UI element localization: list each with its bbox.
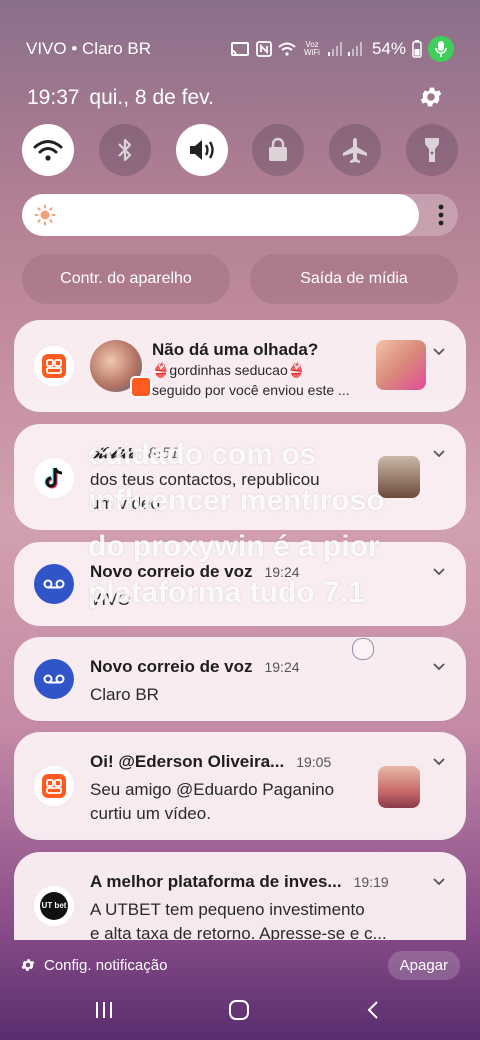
airplane-icon bbox=[343, 138, 368, 163]
notification-thumbnail bbox=[376, 340, 426, 390]
wifi-toggle[interactable] bbox=[22, 124, 74, 176]
chevron-down-icon[interactable] bbox=[432, 564, 446, 578]
notification-settings-label: Config. notificação bbox=[44, 956, 168, 974]
chevron-down-icon[interactable] bbox=[432, 344, 446, 358]
touch-indicator bbox=[352, 638, 374, 660]
notification-text: A UTBET tem pequeno investimento bbox=[90, 900, 365, 919]
notification-title: Novo correio de voz 19:24 bbox=[90, 657, 300, 677]
lock-icon bbox=[269, 137, 288, 161]
status-bar: VIVO • Claro BR Voz WiFi 54% bbox=[26, 36, 454, 62]
notification-title: Oi! @Ederson Oliveira... 19:05 bbox=[90, 752, 331, 772]
media-output-button[interactable]: Saída de mídia bbox=[250, 254, 458, 304]
flashlight-toggle[interactable] bbox=[405, 124, 458, 176]
home-icon[interactable] bbox=[228, 1000, 250, 1020]
notification-title-text: Novo correio de voz bbox=[90, 657, 253, 676]
voicemail-app-icon bbox=[34, 564, 74, 604]
notification-text: 👙gordinhas seducao👙 bbox=[152, 362, 306, 378]
quick-settings bbox=[22, 124, 458, 176]
notification-title: A melhor plataforma de inves... 19:19 bbox=[90, 872, 389, 892]
tiktok-app-icon bbox=[34, 458, 74, 498]
notification-text: seguido por você enviou este ... bbox=[152, 382, 350, 398]
notification-card[interactable]: Novo correio de voz 19:24 Claro BR bbox=[14, 637, 466, 721]
mic-active-icon bbox=[428, 36, 454, 62]
carrier-label: VIVO • Claro BR bbox=[26, 39, 151, 58]
wifi-icon bbox=[33, 140, 63, 161]
brightness-slider[interactable] bbox=[22, 194, 458, 236]
signal-icon bbox=[327, 42, 342, 56]
battery-icon bbox=[412, 40, 422, 58]
sun-icon bbox=[34, 204, 56, 226]
kwai-badge-icon bbox=[130, 376, 152, 398]
notification-time: 19:05 bbox=[296, 754, 332, 770]
voicemail-app-icon bbox=[34, 659, 74, 699]
notification-text: Claro BR bbox=[90, 685, 159, 704]
utbet-logo: UT bet bbox=[40, 892, 68, 920]
kwai-app-icon bbox=[34, 766, 74, 806]
wifi-calling-icon bbox=[278, 42, 296, 56]
notification-time: 19:19 bbox=[353, 874, 389, 890]
back-icon[interactable] bbox=[366, 1000, 380, 1020]
voz-wifi-label: Voz WiFi bbox=[303, 40, 320, 57]
notification-text: Seu amigo @Eduardo Paganino bbox=[90, 780, 335, 799]
utbet-app-icon: UT bet bbox=[34, 886, 74, 926]
chevron-down-icon[interactable] bbox=[432, 874, 446, 888]
battery-percent: 54% bbox=[371, 39, 406, 58]
chevron-down-icon[interactable] bbox=[432, 659, 446, 673]
clear-all-label: Apagar bbox=[399, 956, 448, 974]
notification-card[interactable]: Não dá uma olhada? 👙gordinhas seducao👙 s… bbox=[14, 320, 466, 412]
status-icons: Voz WiFi 54% bbox=[230, 36, 454, 62]
lock-toggle[interactable] bbox=[252, 124, 305, 176]
flashlight-icon bbox=[424, 138, 439, 162]
notification-card[interactable]: UT bet A melhor plataforma de inves... 19… bbox=[14, 852, 466, 940]
notification-title-text: Oi! @Ederson Oliveira... bbox=[90, 752, 285, 771]
bluetooth-toggle[interactable] bbox=[98, 124, 151, 176]
overlay-caption: cuidado com os influencer mentiroso do p… bbox=[88, 438, 385, 609]
notification-settings-button[interactable]: Config. notificação bbox=[20, 957, 167, 974]
clear-all-button[interactable]: Apagar bbox=[387, 950, 460, 980]
gear-icon[interactable] bbox=[418, 84, 444, 110]
brightness-fill bbox=[22, 194, 419, 236]
notification-text: curtiu um vídeo. bbox=[90, 804, 211, 823]
signal-icon bbox=[347, 42, 362, 56]
notification-card[interactable]: Oi! @Ederson Oliveira... 19:05 Seu amigo … bbox=[14, 732, 466, 840]
recents-icon[interactable] bbox=[94, 1000, 114, 1020]
chevron-down-icon[interactable] bbox=[432, 446, 446, 460]
notification-text: e alta taxa de retorno. Apresse-se e c..… bbox=[90, 924, 387, 940]
clock-time: 19:37 bbox=[27, 86, 80, 109]
sound-toggle[interactable] bbox=[175, 124, 228, 176]
media-output-label: Saída de mídia bbox=[300, 270, 408, 287]
chevron-down-icon[interactable] bbox=[432, 754, 446, 768]
notification-thumbnail bbox=[378, 766, 420, 808]
more-options-icon[interactable] bbox=[438, 203, 444, 227]
notification-title: Não dá uma olhada? bbox=[152, 340, 319, 359]
volume-icon bbox=[189, 140, 214, 160]
gear-icon bbox=[21, 959, 35, 971]
navigation-bar bbox=[0, 990, 480, 1030]
airplane-toggle[interactable] bbox=[329, 124, 382, 176]
device-control-label: Contr. do aparelho bbox=[60, 270, 192, 287]
clock-date: qui., 8 de fev. bbox=[89, 86, 214, 109]
cast-icon bbox=[230, 42, 249, 56]
nfc-icon bbox=[256, 41, 272, 57]
device-control-button[interactable]: Contr. do aparelho bbox=[22, 254, 230, 304]
notification-footer: Config. notificação Apagar bbox=[0, 940, 480, 990]
date-time[interactable]: 19:37 qui., 8 de fev. bbox=[27, 86, 214, 110]
notification-time: 19:24 bbox=[264, 659, 300, 675]
notification-title-text: A melhor plataforma de inves... bbox=[90, 872, 342, 891]
bluetooth-icon bbox=[118, 138, 131, 162]
kwai-app-icon bbox=[34, 346, 74, 386]
